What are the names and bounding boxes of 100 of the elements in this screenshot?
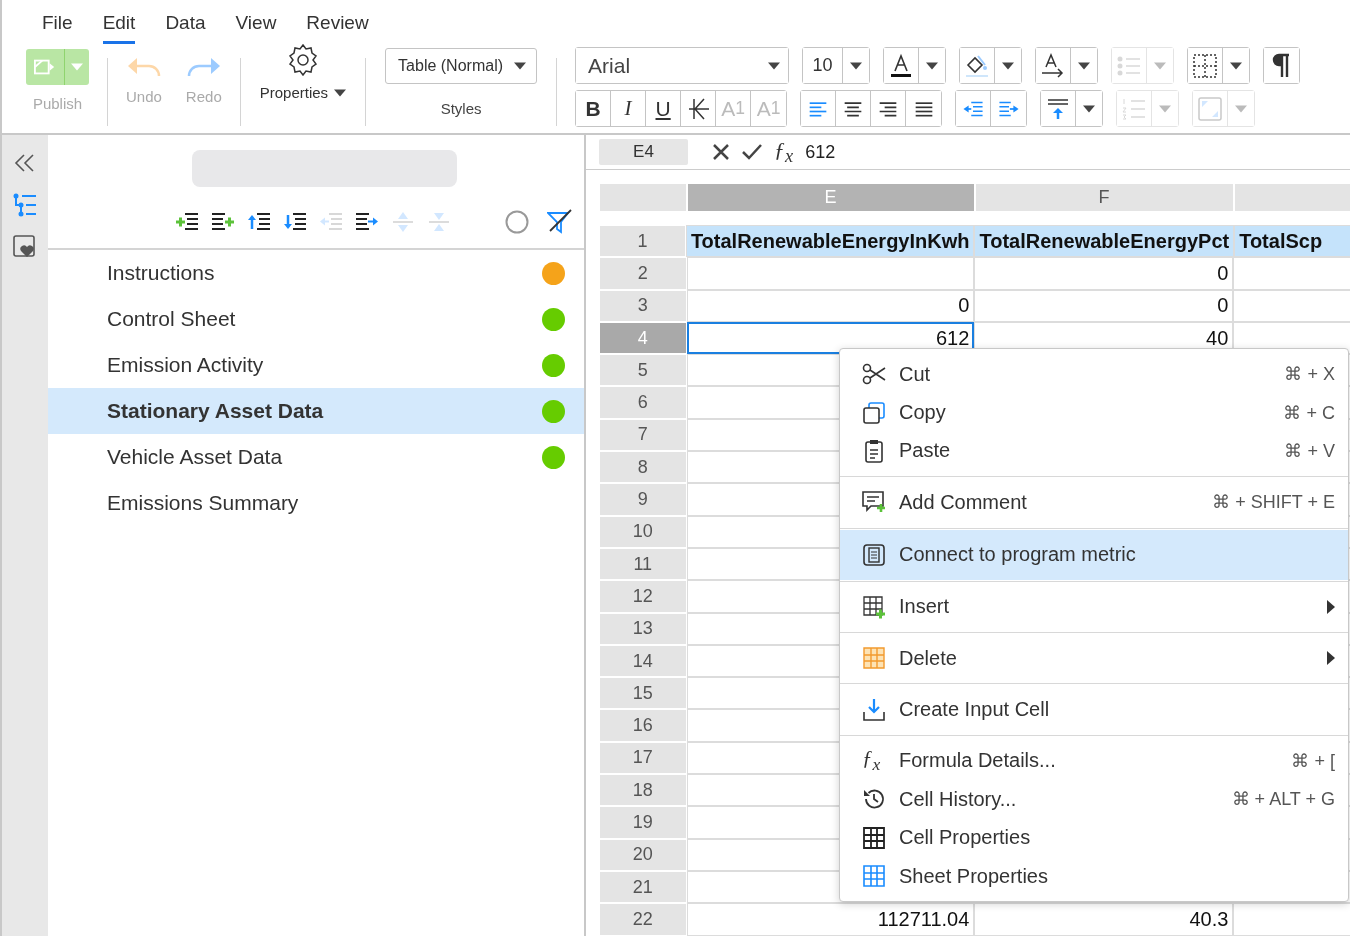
circle-icon[interactable] [504,209,529,234]
menu-item[interactable]: Add Comment ⌘ + SHIFT + E [840,483,1348,522]
sheet-item[interactable]: Instructions [48,250,584,296]
row-header[interactable]: 11 [600,548,686,580]
filter-off-icon[interactable] [547,208,573,235]
row-header[interactable]: 15 [600,678,686,709]
row-header[interactable]: 13 [600,613,686,644]
row-header[interactable]: 22 [600,904,686,935]
shortcut-label: ⌘ + X [1284,363,1335,386]
move-down-icon[interactable] [282,210,307,233]
row-header[interactable]: 19 [600,807,686,838]
sheet-item[interactable]: Emission Activity [48,342,584,388]
borders-icon [1192,52,1219,79]
menu-item[interactable]: Cell History... ⌘ + ALT + G [840,780,1348,819]
check-icon[interactable] [742,144,762,160]
caret-icon [334,88,347,97]
table-add-icon [862,594,886,619]
caret-icon [1159,104,1172,113]
menu-item[interactable]: Delete [840,638,1348,678]
comment-icon [862,490,886,515]
shortcut-label: ⌘ + SHIFT + E [1212,491,1335,514]
merge-cells-icon [1197,95,1224,122]
row-header[interactable]: 5 [600,355,686,386]
add-row-above-icon[interactable] [174,210,199,233]
sheet-item[interactable]: Emissions Summary [48,480,584,526]
indent-icon[interactable] [354,210,379,233]
format-button[interactable] [960,48,996,83]
menu-item[interactable]: Data [165,10,206,44]
menu-item[interactable]: View [235,10,277,44]
row-header[interactable]: 18 [600,775,686,806]
properties-button[interactable]: Properties [259,42,347,101]
shortcut-label: ⌘ + ALT + G [1231,788,1335,811]
styles-label: Styles [440,100,482,117]
format-button[interactable] [1036,48,1072,83]
format-button[interactable]: B [576,91,612,126]
row-header[interactable]: 21 [600,871,686,903]
row-header[interactable]: 17 [600,742,686,774]
cell-reference-field[interactable]: E4 [599,139,688,165]
menu-item[interactable]: Sheet Properties [840,856,1348,896]
menu-item[interactable]: Copy ⌘ + C [840,393,1348,432]
caret-icon [1083,104,1096,113]
cancel-icon[interactable] [712,143,730,161]
corner-cell[interactable] [600,184,686,211]
row-header[interactable]: 14 [600,645,686,677]
heart-card-icon[interactable] [13,235,37,259]
formula-field[interactable]: 612 [805,141,836,163]
column-header[interactable]: F [975,184,1233,211]
publish-label: Publish [32,95,83,112]
caret-icon [1235,104,1248,113]
shortcut-label: ⌘ + C [1283,401,1335,424]
table-cell: 40.3 [975,904,1233,935]
outline-tree-icon[interactable] [12,193,38,217]
menu-item[interactable]: Cut ⌘ + X [840,355,1348,394]
row-header[interactable]: 9 [600,484,686,515]
caret-icon [768,61,781,70]
table-icon [862,646,886,671]
move-up-icon[interactable] [246,210,271,233]
menu-item[interactable]: Connect to program metric [840,529,1348,580]
caret-icon [1078,61,1091,70]
format-button[interactable] [1264,48,1300,83]
row-header[interactable]: 10 [600,516,686,547]
menu-item[interactable]: Create Input Cell [840,690,1348,729]
menu-item[interactable]: File [42,10,73,44]
font-dropdown[interactable]: Arial [576,48,789,83]
row-header[interactable]: 8 [600,452,686,483]
function-icon: ƒ$_{x}$ [862,746,886,776]
row-header[interactable]: 6 [600,387,686,418]
menu-item[interactable]: Edit [102,10,136,44]
menu-item[interactable]: Paste ⌘ + V [840,431,1348,471]
menu-item[interactable]: Cell Properties [840,818,1348,857]
row-header[interactable]: 7 [600,419,686,451]
row-header[interactable]: 3 [600,290,686,321]
caret-icon [1002,61,1015,70]
font-size-field[interactable]: 10 [803,48,844,83]
double-chevron-icon[interactable] [14,153,36,173]
function-icon[interactable]: ƒ$_{x}$ [774,136,794,168]
clipboard-icon [862,438,886,463]
table-cell: 0 [975,290,1233,321]
caret-icon [514,62,527,70]
row-header[interactable]: 12 [600,581,686,612]
shortcut-label: ⌘ + [ [1291,749,1335,772]
row-header[interactable]: 20 [600,839,686,870]
grid-icon [862,825,886,850]
sheet-item[interactable]: Stationary Asset Data [48,388,584,434]
format-button[interactable] [884,48,920,83]
sheet-item[interactable]: Control Sheet [48,296,584,342]
menu-item[interactable]: ƒ$_{x}$ Formula Details... ⌘ + [ [840,741,1348,781]
row-header[interactable]: 1 [600,226,685,257]
sheet-item[interactable]: Vehicle Asset Data [48,434,584,480]
row-header[interactable]: 2 [600,258,686,289]
menu-item[interactable]: Insert [840,587,1348,626]
column-title-cell: TotalRenewableEnergyPct [975,226,1234,257]
style-dropdown[interactable]: Table (Normal) [385,48,538,84]
table-cell: 0 [687,290,974,321]
column-title-cell: TotalScp [1235,226,1350,257]
scissors-icon [862,362,886,387]
add-row-below-icon[interactable] [210,210,235,233]
row-header[interactable]: 16 [600,710,686,741]
menu-item[interactable]: Review [306,10,369,44]
publish-icon [34,58,56,76]
